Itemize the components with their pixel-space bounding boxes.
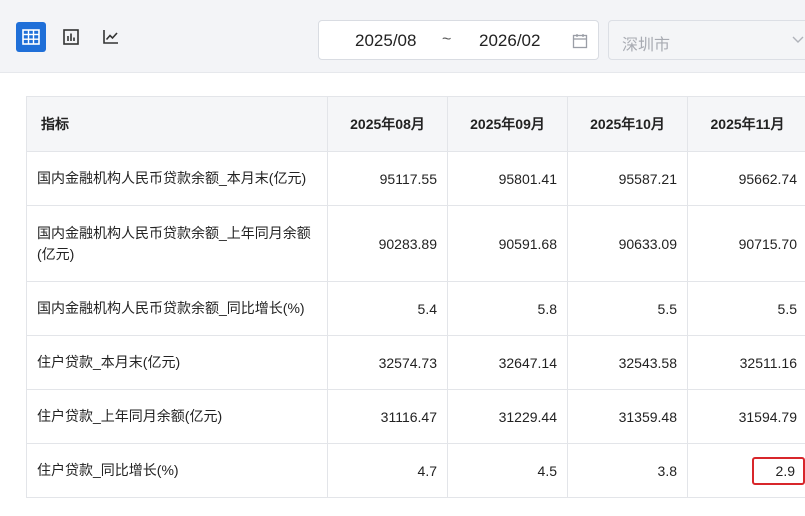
end-date[interactable]: 2026/02	[479, 31, 540, 51]
date-range-picker[interactable]: 2025/08 ~ 2026/02	[318, 20, 599, 60]
table-row: 国内金融机构人民币贷款余额_同比增长(%) 5.4 5.8 5.5 5.5	[27, 282, 805, 336]
table-cell: 4.5	[448, 444, 568, 498]
table-grid-icon	[22, 29, 40, 45]
table-cell: 90283.89	[328, 206, 448, 282]
bar-chart-view-button[interactable]	[56, 22, 86, 52]
table-cell: 32543.58	[568, 336, 688, 390]
table-header-row: 指标 2025年08月 2025年09月 2025年10月 2025年11月	[27, 97, 805, 152]
table-cell: 3.8	[568, 444, 688, 498]
column-header-month: 2025年11月	[688, 97, 805, 152]
highlight-box: 2.9	[752, 457, 805, 485]
chevron-down-icon	[792, 36, 804, 44]
table-row: 国内金融机构人民币贷款余额_上年同月余额(亿元) 90283.89 90591.…	[27, 206, 805, 282]
table-cell: 95801.41	[448, 152, 568, 206]
table-cell: 95662.74	[688, 152, 805, 206]
city-select[interactable]: 深圳市	[608, 20, 805, 60]
table-cell: 5.5	[688, 282, 805, 336]
table-cell: 90715.70	[688, 206, 805, 282]
table-view-button[interactable]	[16, 22, 46, 52]
start-date[interactable]: 2025/08	[355, 31, 416, 51]
table-cell: 32511.16	[688, 336, 805, 390]
row-label: 国内金融机构人民币贷款余额_同比增长(%)	[27, 282, 328, 336]
row-label: 住户贷款_同比增长(%)	[27, 444, 328, 498]
data-table-container[interactable]: 指标 2025年08月 2025年09月 2025年10月 2025年11月 国…	[26, 96, 805, 516]
column-header-month: 2025年10月	[568, 97, 688, 152]
city-select-value: 深圳市	[622, 31, 670, 55]
data-table: 指标 2025年08月 2025年09月 2025年10月 2025年11月 国…	[26, 96, 805, 498]
column-header-month: 2025年09月	[448, 97, 568, 152]
table-row: 住户贷款_本月末(亿元) 32574.73 32647.14 32543.58 …	[27, 336, 805, 390]
table-cell: 5.4	[328, 282, 448, 336]
table-cell: 31594.79	[688, 390, 805, 444]
calendar-icon[interactable]	[572, 33, 588, 49]
table-row: 住户贷款_同比增长(%) 4.7 4.5 3.8 2.9	[27, 444, 805, 498]
table-cell: 31359.48	[568, 390, 688, 444]
table-cell: 5.5	[568, 282, 688, 336]
table-cell: 95587.21	[568, 152, 688, 206]
row-label: 国内金融机构人民币贷款余额_上年同月余额(亿元)	[27, 206, 328, 282]
table-cell: 90591.68	[448, 206, 568, 282]
table-cell: 95117.55	[328, 152, 448, 206]
toolbar: 2025/08 ~ 2026/02 深圳市	[0, 0, 805, 73]
table-cell-highlighted: 2.9	[688, 444, 805, 498]
table-cell: 4.7	[328, 444, 448, 498]
date-separator: ~	[442, 31, 451, 49]
row-label: 住户贷款_本月末(亿元)	[27, 336, 328, 390]
table-cell: 32574.73	[328, 336, 448, 390]
table-cell: 31229.44	[448, 390, 568, 444]
table-cell: 32647.14	[448, 336, 568, 390]
table-cell: 90633.09	[568, 206, 688, 282]
table-cell: 31116.47	[328, 390, 448, 444]
column-header-indicator: 指标	[27, 97, 328, 152]
row-label: 国内金融机构人民币贷款余额_本月末(亿元)	[27, 152, 328, 206]
bar-chart-icon	[62, 28, 80, 46]
row-label: 住户贷款_上年同月余额(亿元)	[27, 390, 328, 444]
table-cell: 5.8	[448, 282, 568, 336]
table-row: 住户贷款_上年同月余额(亿元) 31116.47 31229.44 31359.…	[27, 390, 805, 444]
table-row: 国内金融机构人民币贷款余额_本月末(亿元) 95117.55 95801.41 …	[27, 152, 805, 206]
column-header-month: 2025年08月	[328, 97, 448, 152]
line-chart-view-button[interactable]	[96, 22, 126, 52]
line-chart-icon	[102, 28, 120, 46]
